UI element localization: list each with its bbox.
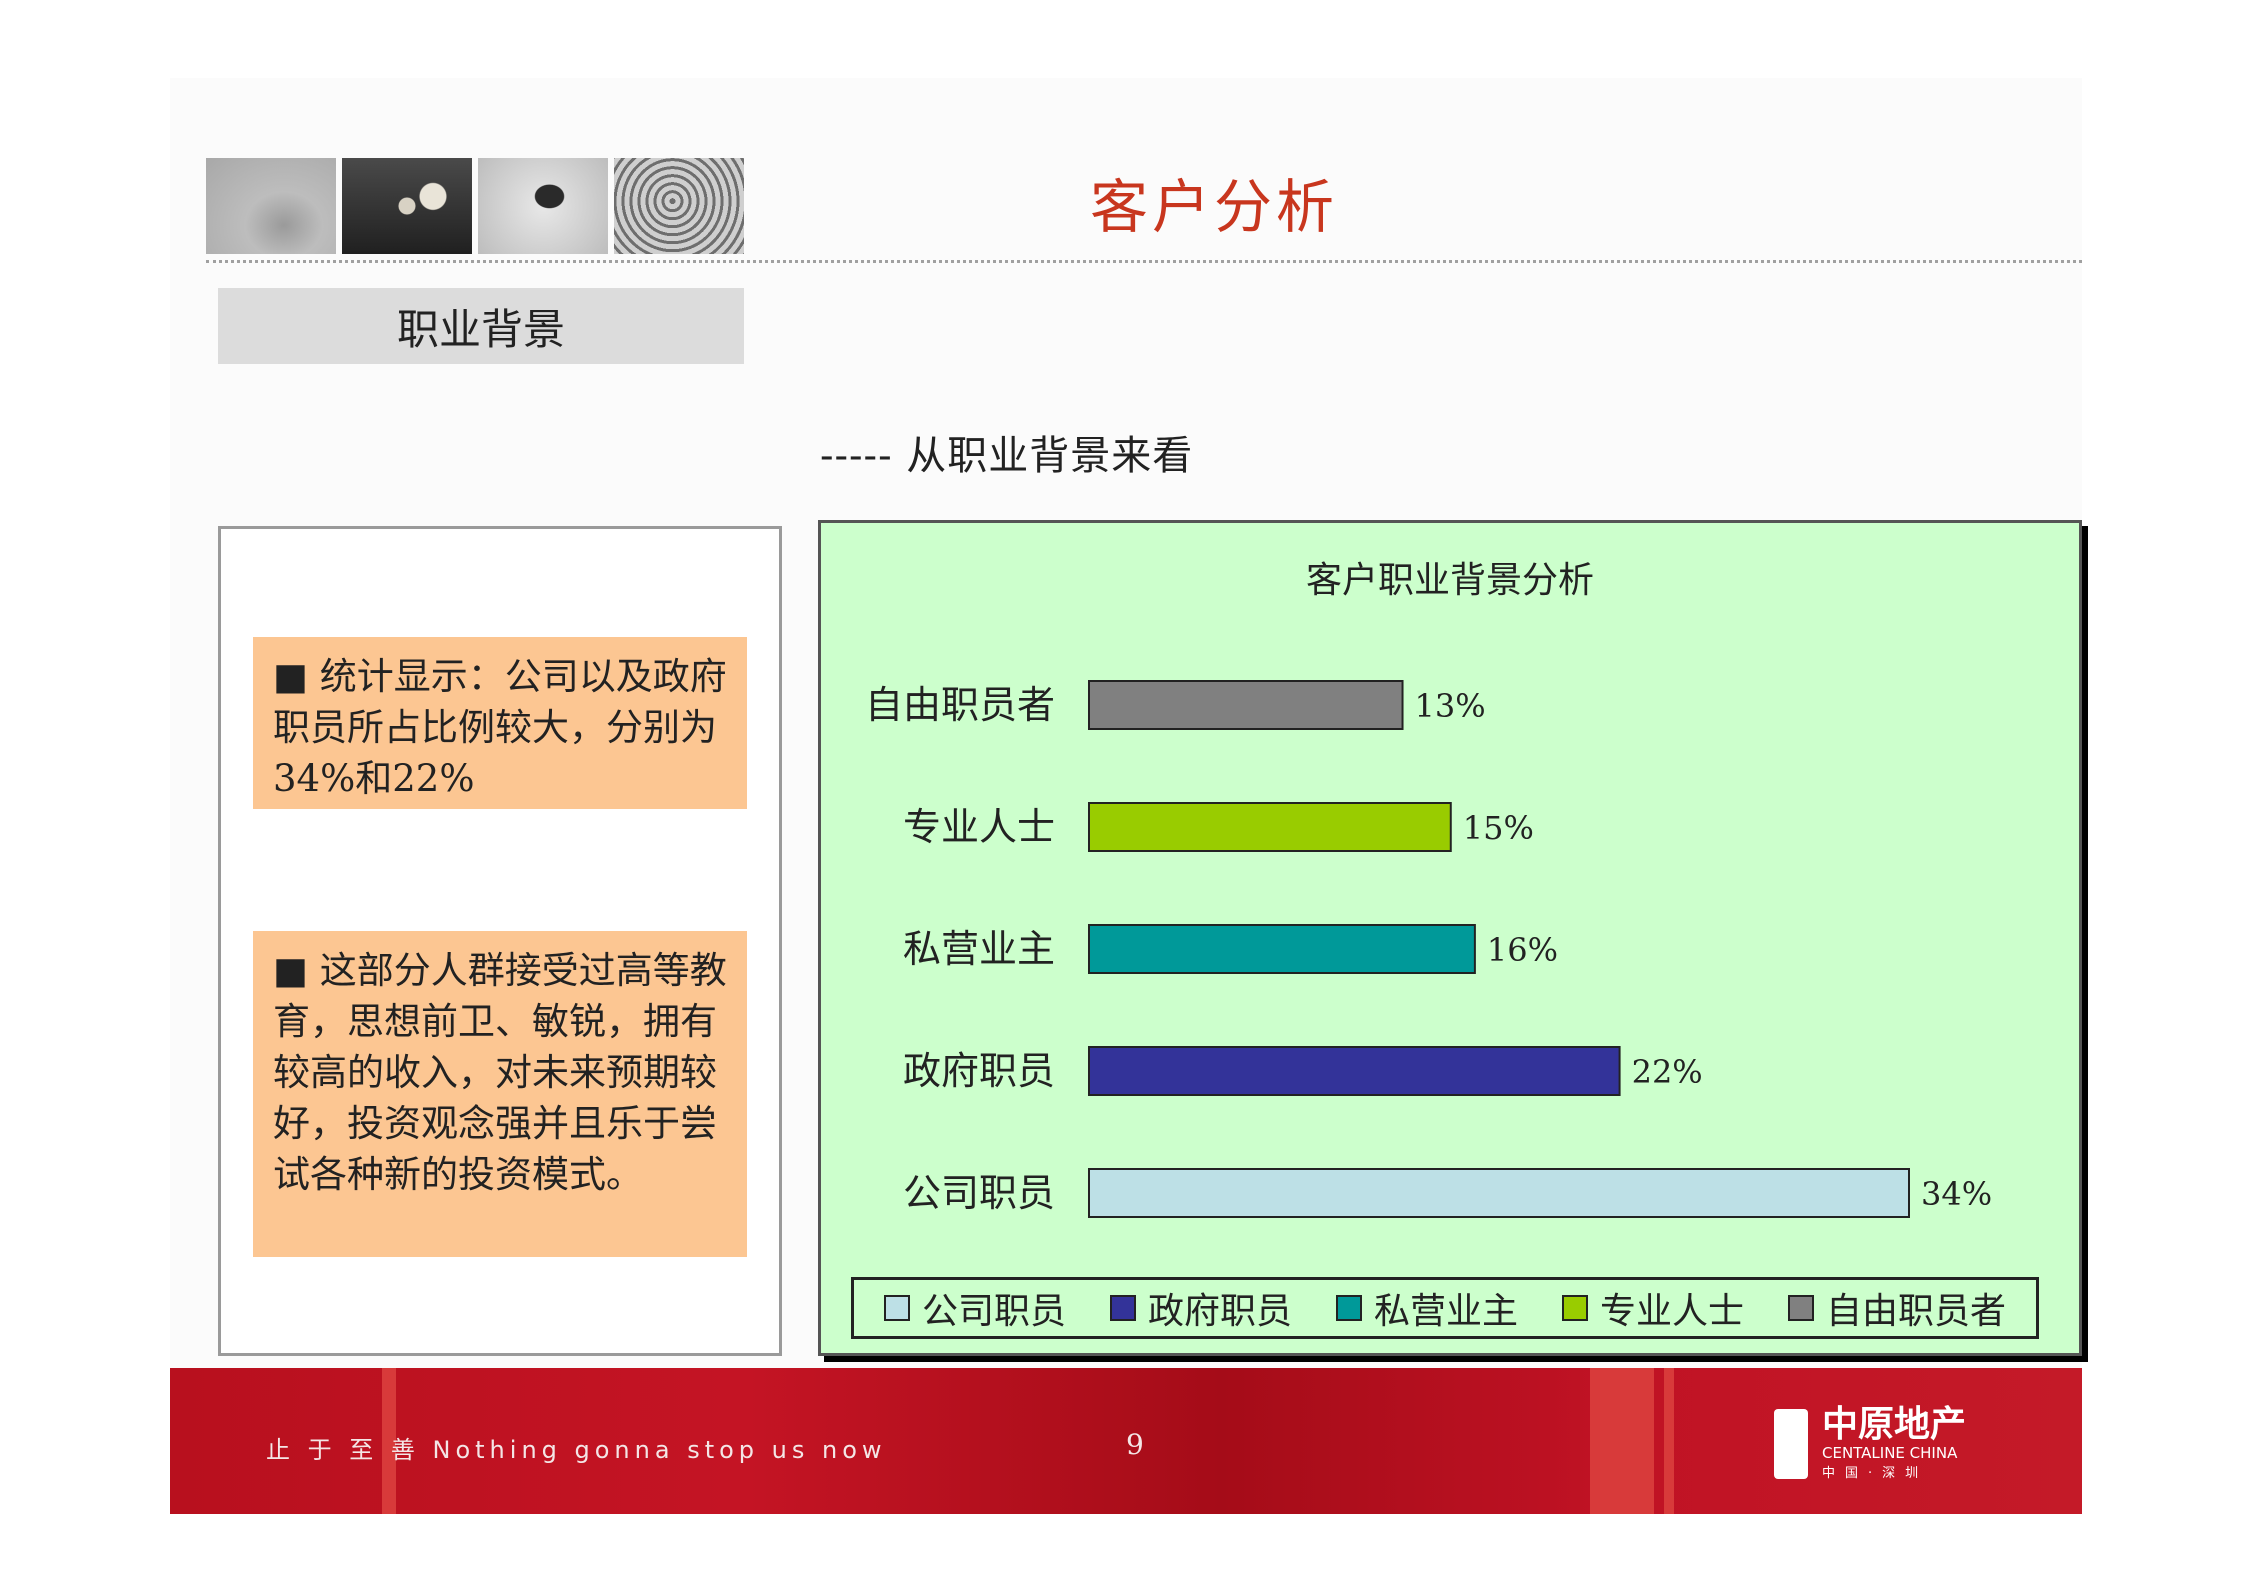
category-label: 自由职员者	[865, 683, 1055, 727]
footer-stripe	[1664, 1368, 1674, 1514]
logo-cn: 中原地产	[1822, 1404, 1967, 1445]
legend-label: 私营业主	[1373, 1291, 1518, 1332]
category-label: 政府职员	[903, 1049, 1055, 1093]
logo-mark-icon	[1774, 1408, 1808, 1479]
logo-en: CENTALINE CHINA	[1822, 1444, 1958, 1462]
bar	[1088, 924, 1476, 974]
legend-swatch	[1561, 1295, 1588, 1321]
logo-sub: 中国·深圳	[1822, 1466, 1929, 1481]
value-label: 22%	[1632, 1053, 1703, 1091]
footer-bar: 止 于 至 善 Nothing gonna stop us now 9 中原地产…	[170, 1368, 2082, 1514]
header-images	[206, 158, 744, 254]
category-label: 公司职员	[903, 1171, 1055, 1215]
legend-item-private: 私营业主	[1335, 1282, 1518, 1334]
value-label: 34%	[1921, 1175, 1992, 1213]
legend-item-freelance: 自由职员者	[1787, 1282, 2006, 1334]
legend-label: 政府职员	[1147, 1291, 1292, 1332]
footer-stripe	[1590, 1368, 1654, 1514]
pebble-image	[478, 158, 608, 254]
bar	[1088, 802, 1452, 852]
section-label: 职业背景	[218, 288, 744, 364]
logo-text: 中原地产 CENTALINE CHINA 中国·深圳	[1822, 1404, 1967, 1482]
legend-swatch	[1335, 1295, 1362, 1321]
subtitle: ----- 从职业背景来看	[820, 433, 1194, 479]
bar	[1088, 1168, 1910, 1218]
value-label: 13%	[1415, 687, 1486, 725]
legend-label: 自由职员者	[1825, 1291, 2006, 1332]
chart-panel: 客户职业背景分析 自由职员者 13% 专业人士 15% 私营业主 16% 政府职员 22% 公司…	[818, 520, 2082, 1356]
legend-item-government: 政府职员	[1109, 1282, 1292, 1334]
title-divider	[206, 260, 2082, 263]
sand-image	[206, 158, 336, 254]
chart-legend: 公司职员 政府职员 私营业主 专业人士 自由职员者	[851, 1277, 2039, 1339]
stones-image	[342, 158, 472, 254]
note-description: ■ 这部分人群接受过高等教育，思想前卫、敏锐，拥有较高的收入，对未来预期较好，投…	[253, 931, 747, 1257]
value-label: 15%	[1463, 809, 1534, 847]
legend-item-professional: 专业人士	[1561, 1282, 1744, 1334]
legend-swatch	[1787, 1295, 1814, 1321]
footer-motto: 止 于 至 善 Nothing gonna stop us now	[266, 1436, 887, 1464]
company-logo: 中原地产 CENTALINE CHINA 中国·深圳	[1774, 1406, 1966, 1481]
legend-item-company: 公司职员	[883, 1282, 1066, 1334]
category-label: 专业人士	[903, 805, 1055, 849]
notes-panel: ■ 统计显示：公司以及政府职员所占比例较大，分别为34%和22% ■ 这部分人群…	[218, 526, 782, 1356]
legend-label: 专业人士	[1599, 1291, 1744, 1332]
page-number: 9	[1126, 1428, 1144, 1461]
category-label: 私营业主	[903, 927, 1055, 971]
note-statistics: ■ 统计显示：公司以及政府职员所占比例较大，分别为34%和22%	[253, 637, 747, 809]
bar	[1088, 1046, 1621, 1096]
bar-chart: 自由职员者 13% 专业人士 15% 私营业主 16% 政府职员 22% 公司职员 34%	[865, 680, 1992, 1218]
slide: 客户分析 职业背景 ----- 从职业背景来看 ■ 统计显示：公司以及政府职员所…	[170, 78, 2082, 1514]
value-label: 16%	[1487, 931, 1558, 969]
bar	[1088, 680, 1404, 730]
legend-swatch	[1109, 1295, 1136, 1321]
legend-swatch	[883, 1295, 910, 1321]
ripples-image	[614, 158, 744, 254]
legend-label: 公司职员	[921, 1291, 1066, 1332]
page-title: 客户分析	[1090, 173, 1339, 241]
